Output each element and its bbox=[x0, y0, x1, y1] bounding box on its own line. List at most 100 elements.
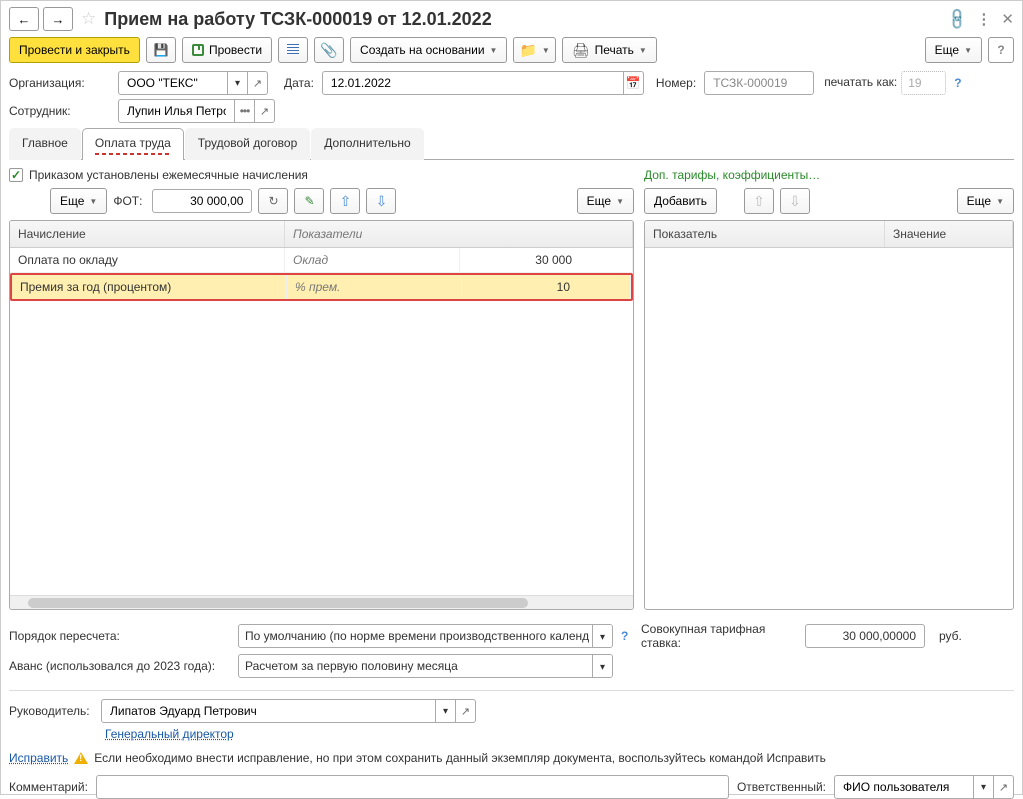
warning-text: Если необходимо внести исправление, но п… bbox=[94, 751, 826, 765]
folder-icon: 📁 bbox=[519, 42, 536, 59]
main-toolbar: Провести и закрыть 💾 Провести 📎 Создать … bbox=[9, 37, 1014, 71]
rate-label: Совокупная тарифная ставка: bbox=[641, 622, 801, 650]
post-button[interactable]: Провести bbox=[182, 37, 272, 63]
add-button[interactable]: Добавить bbox=[644, 188, 717, 214]
advance-select[interactable]: Расчетом за первую половину месяца ▾ bbox=[238, 654, 613, 678]
more-button[interactable]: Еще ▼ bbox=[925, 37, 982, 63]
org-open-icon[interactable]: ↗ bbox=[248, 71, 268, 95]
manager-input[interactable] bbox=[108, 703, 429, 719]
open-icon: ↗ bbox=[999, 781, 1008, 794]
refresh-button[interactable]: ↻ bbox=[258, 188, 288, 214]
dropdown-icon[interactable]: ▾ bbox=[592, 655, 612, 678]
show-list-button[interactable] bbox=[278, 37, 308, 63]
caret-down-icon: ▼ bbox=[964, 46, 972, 55]
org-dropdown-icon[interactable]: ▾ bbox=[228, 71, 248, 95]
post-icon bbox=[192, 44, 204, 56]
advance-label: Аванс (использовался до 2023 года): bbox=[9, 659, 234, 673]
fix-link[interactable]: Исправить bbox=[9, 751, 68, 765]
caret-down-icon: ▼ bbox=[542, 46, 550, 55]
arrow-up-icon: ⇧ bbox=[340, 193, 352, 210]
number-input bbox=[711, 75, 807, 91]
kebab-menu-icon[interactable]: ⋮ bbox=[976, 10, 991, 28]
h-scrollbar[interactable] bbox=[10, 595, 633, 609]
table-row-selected[interactable]: Премия за год (процентом) % прем. 10 bbox=[10, 273, 633, 301]
edit-button[interactable]: ✎ bbox=[294, 188, 324, 214]
responsible-open-icon[interactable]: ↗ bbox=[994, 775, 1014, 799]
tab-contract[interactable]: Трудовой договор bbox=[185, 128, 310, 160]
employee-input[interactable] bbox=[125, 103, 228, 119]
tab-payment[interactable]: Оплата труда bbox=[82, 128, 184, 160]
responsible-label: Ответственный: bbox=[737, 780, 830, 794]
manager-position-link[interactable]: Генеральный директор bbox=[105, 727, 234, 741]
create-based-label: Создать на основании bbox=[360, 43, 485, 57]
employee-browse-icon[interactable]: ••• bbox=[235, 99, 255, 123]
post-and-close-button[interactable]: Провести и закрыть bbox=[9, 37, 140, 63]
move-up-button[interactable]: ⇧ bbox=[330, 188, 360, 214]
manager-label: Руководитель: bbox=[9, 704, 97, 718]
link-icon[interactable]: 🔗 bbox=[944, 6, 970, 32]
date-input[interactable] bbox=[329, 75, 617, 91]
favorite-star-icon[interactable]: ☆ bbox=[81, 9, 96, 29]
titlebar: ← → ☆ Прием на работу ТСЗК-000019 от 12.… bbox=[9, 5, 1014, 37]
caret-down-icon: ▼ bbox=[616, 197, 624, 206]
print-button[interactable]: 🖨 Печать ▼ bbox=[562, 37, 657, 63]
indicators-grid[interactable]: Показатель Значение bbox=[644, 220, 1014, 610]
help-button[interactable]: ? bbox=[988, 37, 1014, 63]
monthly-accruals-checkbox[interactable]: ✓ bbox=[9, 168, 23, 182]
rate-value[interactable]: 30 000,00000 bbox=[805, 624, 925, 648]
responsible-dropdown-icon[interactable]: ▾ bbox=[974, 775, 994, 799]
accruals-more-button[interactable]: Еще▼ bbox=[50, 188, 107, 214]
org-field[interactable]: ▾ ↗ bbox=[118, 71, 268, 95]
addl-tariffs-link[interactable]: Доп. тарифы, коэффициенты… bbox=[644, 168, 1014, 182]
move-down-disabled-button: ⇩ bbox=[780, 188, 810, 214]
number-label: Номер: bbox=[656, 76, 700, 90]
employee-field[interactable]: ••• ↗ bbox=[118, 99, 275, 123]
back-button[interactable]: ← bbox=[9, 7, 39, 31]
dropdown-icon[interactable]: ▾ bbox=[592, 625, 612, 648]
print-button-label: Печать bbox=[595, 43, 634, 57]
table-row[interactable]: Оплата по окладу Оклад 30 000 bbox=[10, 248, 633, 273]
manager-field[interactable]: ▾ ↗ bbox=[101, 699, 476, 723]
indicators-toolbar: Добавить ⇧ ⇩ Еще▼ bbox=[644, 188, 1014, 214]
move-up-disabled-button: ⇧ bbox=[744, 188, 774, 214]
caret-down-icon: ▼ bbox=[996, 197, 1004, 206]
comment-input[interactable] bbox=[103, 779, 722, 795]
responsible-input[interactable] bbox=[841, 779, 967, 795]
divider bbox=[9, 690, 1014, 691]
date-label: Дата: bbox=[284, 76, 318, 90]
calendar-button[interactable]: 📅 bbox=[624, 71, 644, 95]
print-as-field[interactable]: 19 bbox=[901, 71, 946, 95]
print-as-help[interactable]: ? bbox=[954, 76, 961, 90]
manager-dropdown-icon[interactable]: ▾ bbox=[436, 699, 456, 723]
fot-label: ФОТ: bbox=[113, 194, 146, 208]
recalc-select[interactable]: По умолчанию (по норме времени производс… bbox=[238, 624, 613, 648]
recalc-help[interactable]: ? bbox=[621, 629, 637, 643]
print-as-label: печатать как: bbox=[824, 76, 897, 89]
manager-open-icon[interactable]: ↗ bbox=[456, 699, 476, 723]
attach-button[interactable]: 📎 bbox=[314, 37, 344, 63]
tab-main[interactable]: Главное bbox=[9, 128, 81, 160]
date-field[interactable]: 📅 bbox=[322, 71, 644, 95]
tab-additional[interactable]: Дополнительно bbox=[311, 128, 423, 160]
warning-row: Исправить Если необходимо внести исправл… bbox=[9, 751, 1014, 765]
employee-open-icon[interactable]: ↗ bbox=[255, 99, 275, 123]
folder-dropdown-button[interactable]: 📁 ▼ bbox=[513, 37, 555, 63]
comment-field[interactable] bbox=[96, 775, 729, 799]
calendar-icon: 📅 bbox=[626, 76, 641, 90]
responsible-field[interactable]: ▾ ↗ bbox=[834, 775, 1014, 799]
form-row-org-date: Организация: ▾ ↗ Дата: 📅 Номер: печатать… bbox=[9, 71, 1014, 95]
indicators-more-button[interactable]: Еще▼ bbox=[957, 188, 1014, 214]
save-button[interactable]: 💾 bbox=[146, 37, 176, 63]
forward-button[interactable]: → bbox=[43, 7, 73, 31]
tabs: Главное Оплата труда Трудовой договор До… bbox=[9, 127, 1014, 160]
create-based-button[interactable]: Создать на основании ▼ bbox=[350, 37, 507, 63]
close-button[interactable]: ✕ bbox=[1001, 10, 1014, 28]
move-down-button[interactable]: ⇩ bbox=[366, 188, 396, 214]
bottom-row: Комментарий: Ответственный: ▾ ↗ bbox=[9, 775, 1014, 799]
org-input[interactable] bbox=[125, 75, 221, 91]
fot-input[interactable] bbox=[159, 193, 245, 209]
bottom-grid: Порядок пересчета: По умолчанию (по норм… bbox=[9, 610, 1014, 678]
recalc-label: Порядок пересчета: bbox=[9, 629, 234, 643]
accruals-more2-button[interactable]: Еще▼ bbox=[577, 188, 634, 214]
accruals-grid[interactable]: Начисление Показатели Оплата по окладу О… bbox=[9, 220, 634, 610]
